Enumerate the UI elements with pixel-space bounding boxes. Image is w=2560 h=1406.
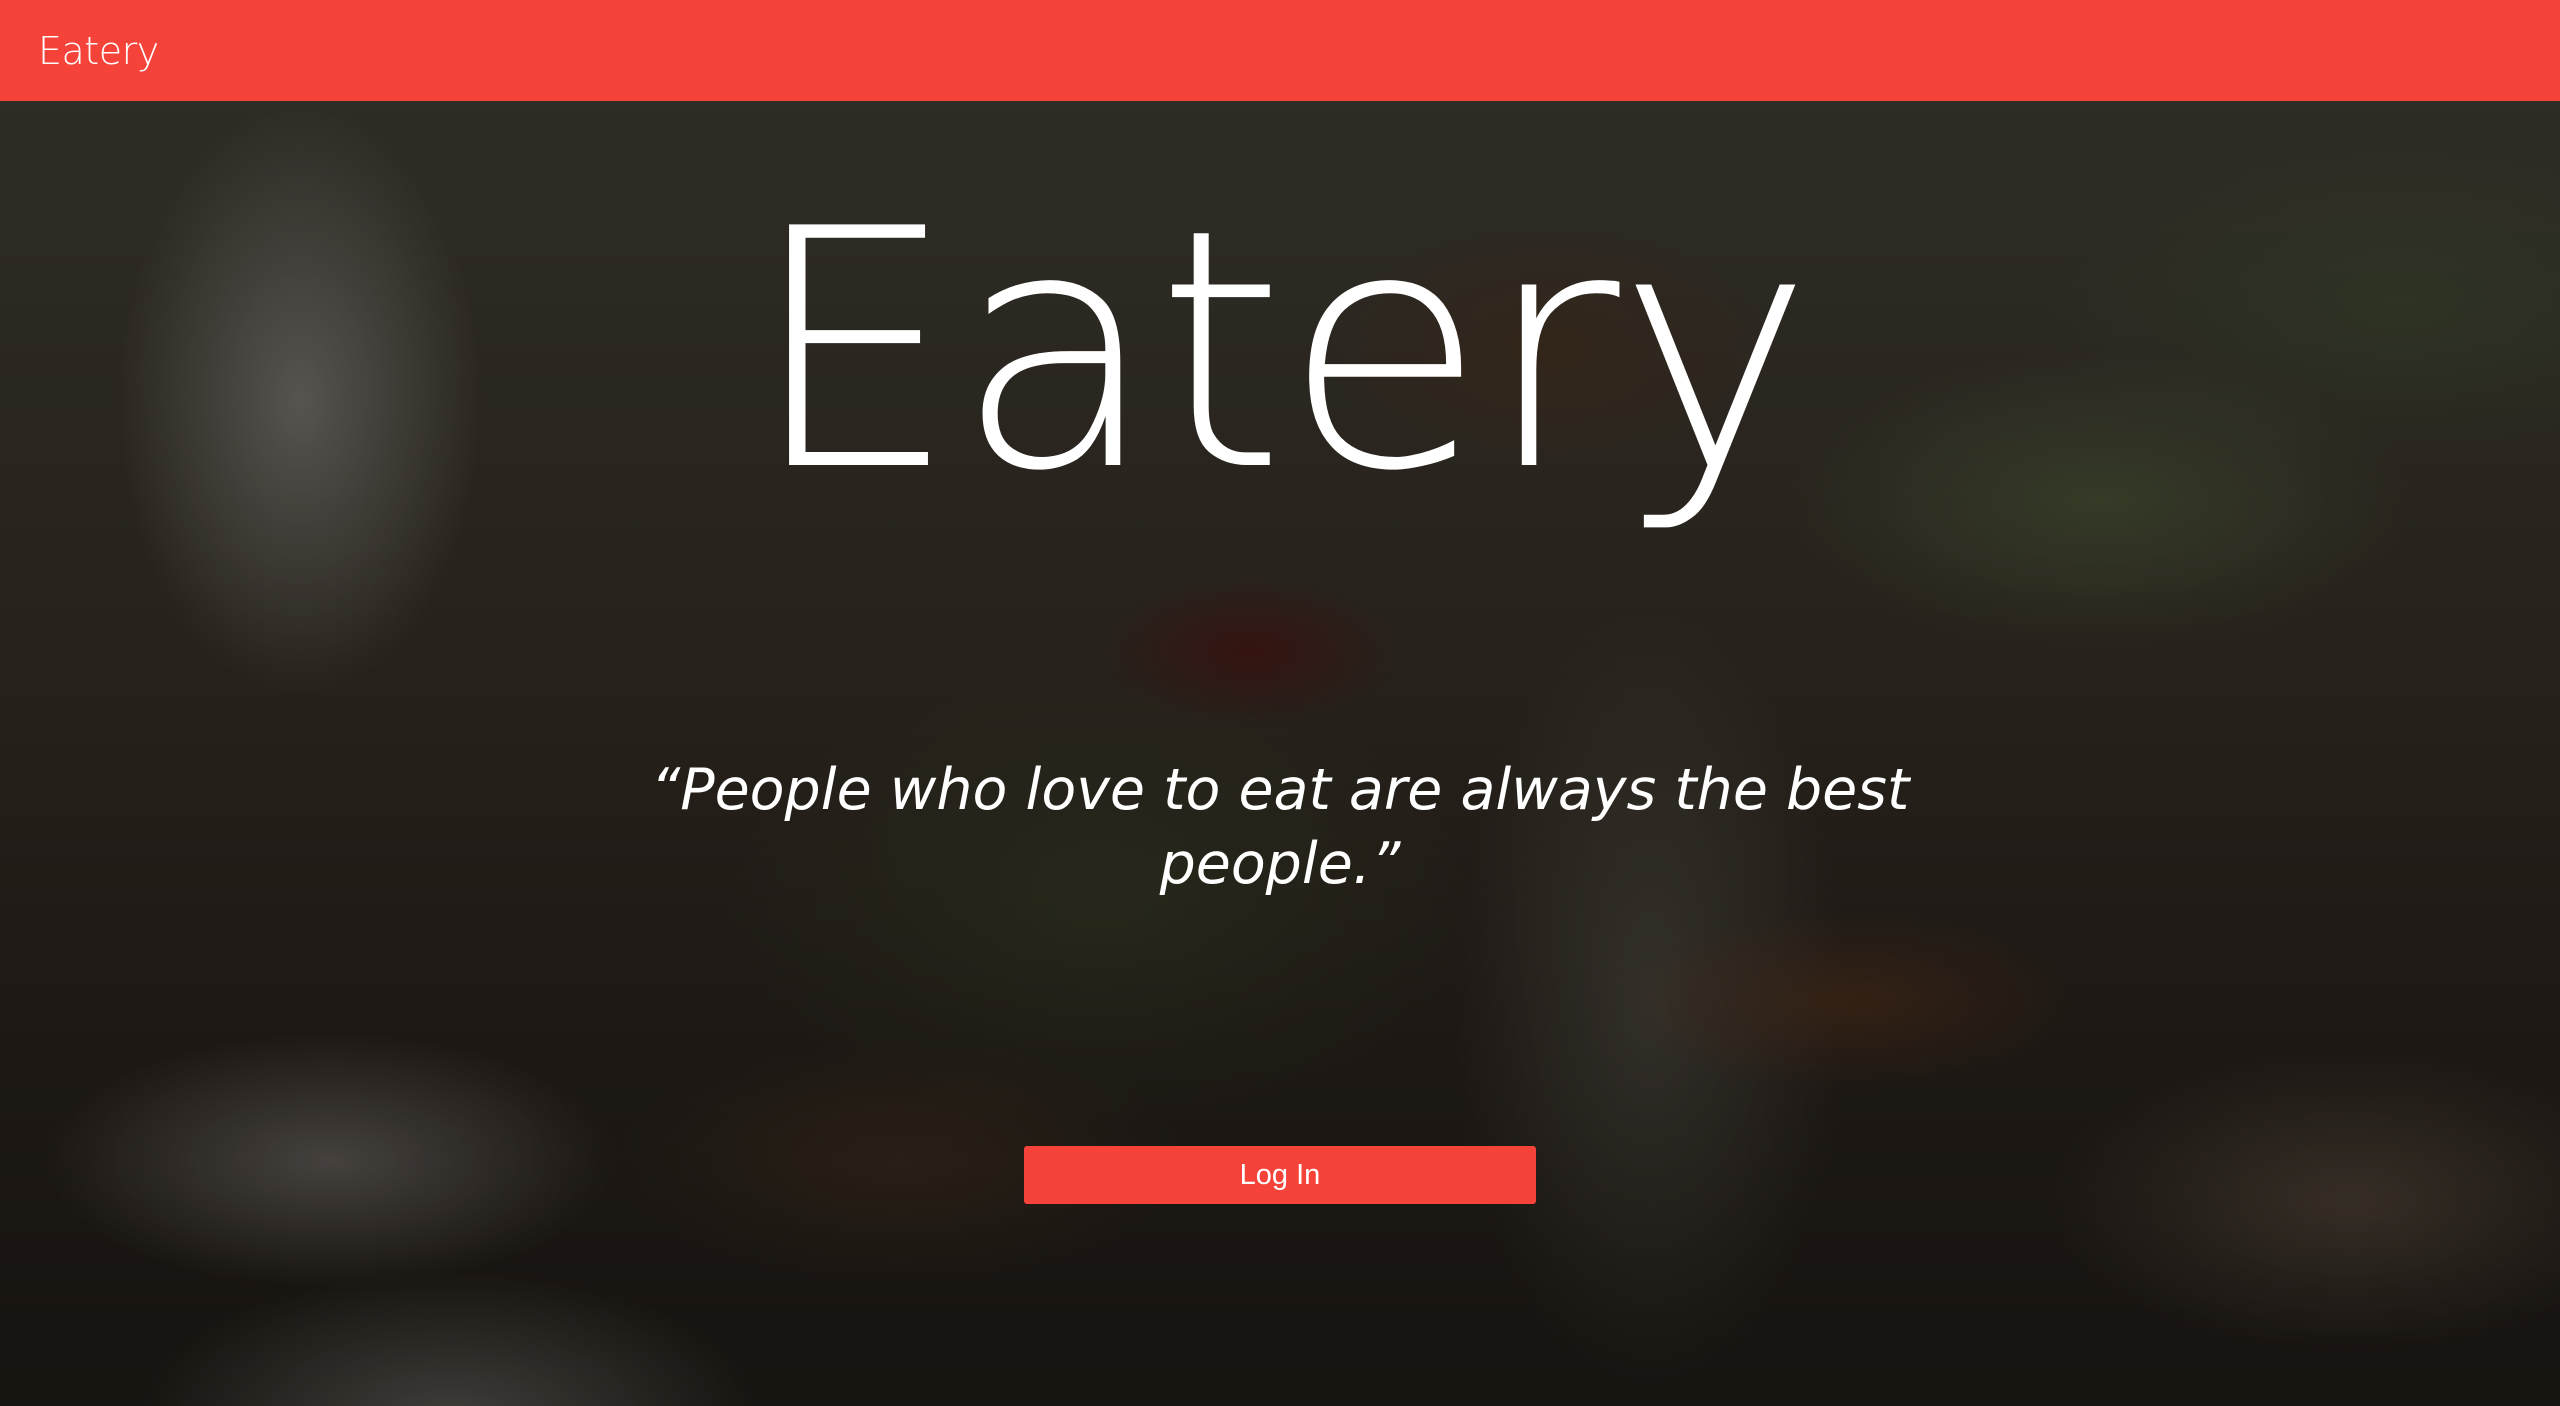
brand-link[interactable]: Eatery	[38, 32, 159, 70]
login-button[interactable]: Log In	[1024, 1146, 1536, 1204]
top-navbar: Eatery	[0, 0, 2560, 101]
hero-title: Eatery	[748, 159, 1813, 543]
hero-section: Eatery “People who love to eat are alway…	[0, 101, 2560, 1406]
hero-quote: “People who love to eat are always the b…	[650, 757, 1910, 897]
